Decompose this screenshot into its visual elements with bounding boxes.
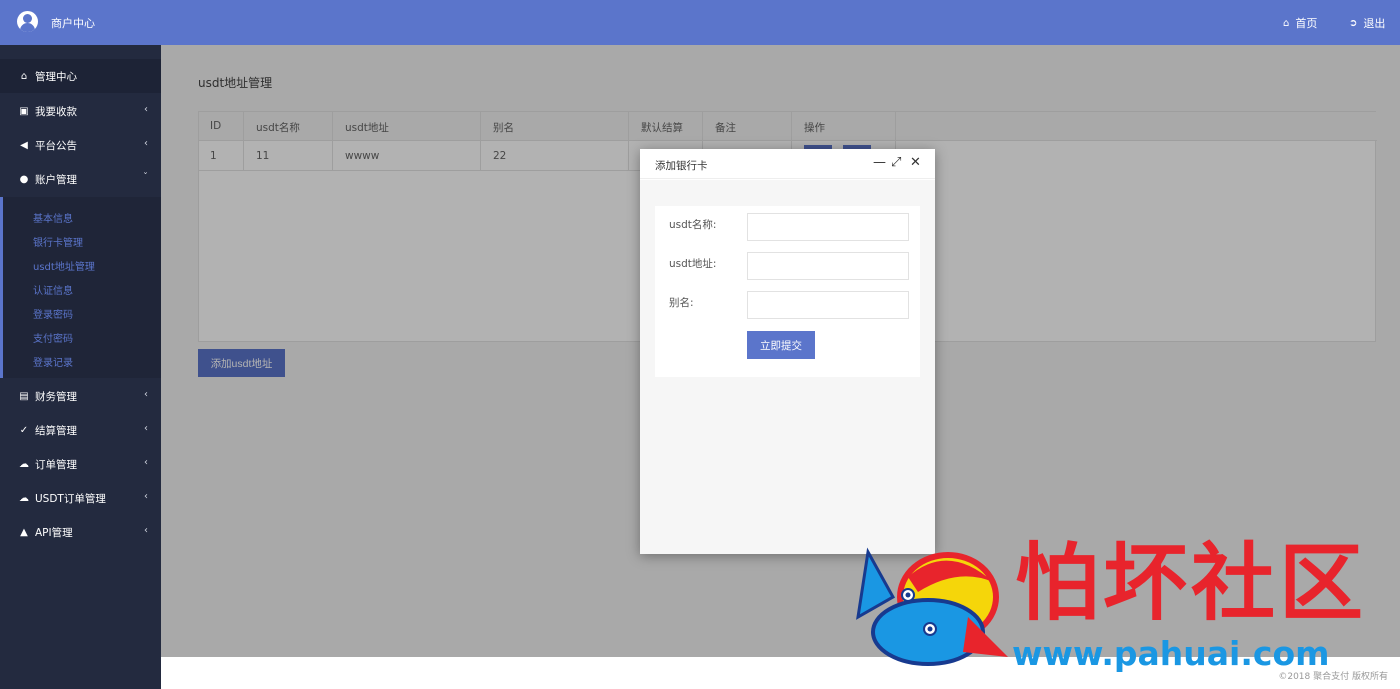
top-header: 商户中心 ⌂ 首页 ➲ 退出 — [0, 0, 1400, 45]
submit-button[interactable]: 立即提交 — [747, 331, 815, 359]
sidebar-item-account[interactable]: ● 账户管理 ˇ — [0, 162, 161, 196]
chevron-left-icon: ‹ — [144, 104, 148, 115]
money-icon: ▤ — [19, 390, 29, 402]
chevron-left-icon: ‹ — [144, 491, 148, 502]
cloud-icon: ☁ — [19, 458, 29, 470]
usdt-name-label: usdt名称: — [669, 219, 717, 231]
close-icon[interactable]: ✕ — [910, 156, 921, 170]
chevron-left-icon: ‹ — [144, 389, 148, 400]
chevron-left-icon: ‹ — [144, 457, 148, 468]
usdt-address-input[interactable] — [747, 252, 909, 280]
submenu-item-login-log[interactable]: 登录记录 — [33, 354, 73, 369]
sidebar-item-finance[interactable]: ▤ 财务管理 ‹ — [0, 379, 161, 413]
chevron-left-icon: ‹ — [144, 423, 148, 434]
submenu-item-basic-info[interactable]: 基本信息 — [33, 210, 73, 225]
sidebar-item-receive[interactable]: ▣ 我要收款 ‹ — [0, 94, 161, 128]
account-submenu: 基本信息 银行卡管理 usdt地址管理 认证信息 登录密码 支付密码 登录记录 — [0, 197, 161, 378]
sidebar-item-settlement[interactable]: ✓ 结算管理 ‹ — [0, 413, 161, 447]
chevron-left-icon: ‹ — [144, 525, 148, 536]
submenu-item-pay-password[interactable]: 支付密码 — [33, 330, 73, 345]
minimize-icon[interactable]: — — [873, 156, 886, 170]
usdt-name-input[interactable] — [747, 213, 909, 241]
sidebar-item-api[interactable]: ▲ API管理 ‹ — [0, 515, 161, 549]
submenu-item-usdt-address[interactable]: usdt地址管理 — [33, 258, 95, 273]
logout-link[interactable]: ➲ 退出 — [1349, 15, 1385, 31]
check-icon: ✓ — [19, 424, 29, 436]
sidebar-item-dashboard[interactable]: ⌂ 管理中心 — [0, 59, 161, 93]
home-icon: ⌂ — [20, 70, 28, 82]
home-link[interactable]: ⌂ 首页 — [1283, 15, 1317, 31]
alias-label: 别名: — [669, 297, 694, 309]
volume-icon: ◀ — [20, 139, 28, 151]
watermark-fish-logo — [856, 547, 1008, 666]
avatar[interactable] — [17, 11, 38, 32]
submenu-item-login-password[interactable]: 登录密码 — [33, 306, 73, 321]
alias-input[interactable] — [747, 291, 909, 319]
submenu-item-verification[interactable]: 认证信息 — [33, 282, 73, 297]
lock-icon: ▣ — [19, 105, 29, 117]
sidebar-item-orders[interactable]: ☁ 订单管理 ‹ — [0, 447, 161, 481]
chevron-left-icon: ‹ — [144, 138, 148, 149]
watermark-title: 怕坏社区 — [1015, 533, 1368, 632]
submenu-item-bank-cards[interactable]: 银行卡管理 — [33, 234, 83, 249]
sidebar: ⌂ 管理中心 ▣ 我要收款 ‹ ◀ 平台公告 ‹ ● 账户管理 ˇ 基本信息 银… — [0, 45, 161, 689]
dialog-title: 添加银行卡 — [655, 160, 708, 172]
dialog-body: usdt名称: usdt地址: 别名: 立即提交 — [640, 180, 935, 554]
dialog-header: 添加银行卡 — ⤢ ✕ — [640, 149, 935, 179]
cloud-icon: ☁ — [19, 492, 29, 504]
sidebar-item-usdt-orders[interactable]: ☁ USDT订单管理 ‹ — [0, 481, 161, 515]
bank-icon: ▲ — [20, 526, 28, 538]
watermark-url: www.pahuai.com — [1012, 634, 1330, 673]
add-dialog: 添加银行卡 — ⤢ ✕ usdt名称: usdt地址: 别名: 立即提交 — [640, 149, 935, 554]
home-icon: ⌂ — [1283, 17, 1290, 29]
brand-title: 商户中心 — [51, 17, 95, 30]
maximize-icon[interactable]: ⤢ — [891, 156, 901, 170]
chevron-down-icon: ˇ — [143, 172, 148, 183]
usdt-address-label: usdt地址: — [669, 258, 717, 270]
logout-icon: ➲ — [1349, 17, 1358, 29]
user-icon: ● — [19, 173, 29, 185]
sidebar-item-announcements[interactable]: ◀ 平台公告 ‹ — [0, 128, 161, 162]
usdt-form: usdt名称: usdt地址: 别名: 立即提交 — [655, 206, 920, 377]
